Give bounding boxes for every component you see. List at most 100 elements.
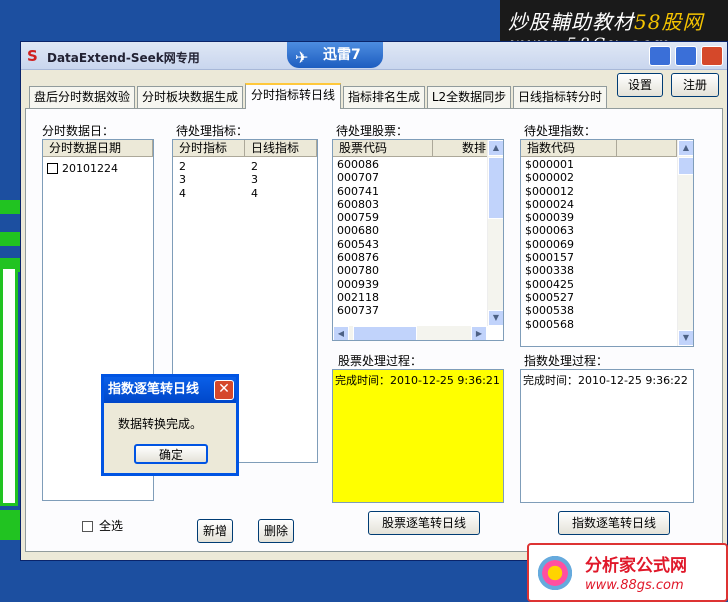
index-section-label: 待处理指数： — [524, 124, 597, 138]
list-item[interactable]: $000039 — [525, 211, 574, 224]
list-item[interactable]: $000002 — [525, 171, 574, 184]
tab-indicator-ranking[interactable]: 指标排名生成 — [343, 86, 425, 108]
window-controls — [649, 46, 725, 66]
daily-indicator-header[interactable]: 日线指标 — [245, 140, 317, 157]
intraday-indicator-header[interactable]: 分时指标 — [173, 140, 245, 157]
list-item[interactable]: 600543 — [337, 238, 379, 251]
list-item[interactable]: 600876 — [337, 251, 379, 264]
list-item[interactable]: 000680 — [337, 224, 379, 237]
scroll-down-icon[interactable]: ▼ — [488, 310, 503, 326]
index-convert-button[interactable]: 指数逐笔转日线 — [558, 511, 670, 535]
dialog-close-icon[interactable]: ✕ — [214, 380, 234, 400]
list-item[interactable]: 000707 — [337, 171, 379, 184]
list-item[interactable]: 000759 — [337, 211, 379, 224]
watermark-bottom-url: www.88gs.com — [585, 578, 684, 593]
cell: 4 — [251, 186, 258, 200]
select-all-label: 全选 — [99, 519, 124, 533]
list-item[interactable]: $000001 — [525, 158, 574, 171]
list-item[interactable]: 600741 — [337, 185, 379, 198]
checkbox[interactable] — [82, 521, 93, 532]
flower-logo-icon — [535, 553, 575, 593]
watermark-accent: 58股网 — [634, 10, 704, 34]
stock-count-header[interactable]: 数排 — [433, 140, 489, 157]
tab-board-generate[interactable]: 分时板块数据生成 — [137, 86, 243, 108]
register-button[interactable]: 注册 — [671, 73, 719, 97]
delete-button[interactable]: 删除 — [258, 519, 294, 543]
scroll-thumb[interactable] — [488, 157, 503, 219]
minimize-icon[interactable] — [649, 46, 671, 66]
table-row[interactable]: 22 — [179, 160, 258, 173]
list-item[interactable]: $000157 — [525, 251, 574, 264]
list-item[interactable]: 600737 — [337, 304, 379, 317]
date-column-header[interactable]: 分时数据日期 — [43, 140, 153, 157]
list-item[interactable]: 20101224 — [47, 162, 118, 175]
index-process-text: 完成时间：2010-12-25 9:36:22 — [523, 374, 688, 387]
scroll-up-icon[interactable]: ▲ — [488, 140, 503, 156]
watermark-bottom-title: 分析家公式网 — [585, 556, 687, 576]
app-icon: S — [27, 47, 38, 65]
list-item[interactable]: 600086 — [337, 158, 379, 171]
list-item[interactable]: $000538 — [525, 304, 574, 317]
list-item[interactable]: 000780 — [337, 264, 379, 277]
close-icon[interactable] — [701, 46, 723, 66]
title-bar[interactable]: S DataExtend-Seek网专用 ✈ 迅雷7 — [21, 42, 727, 70]
desktop-stripe — [0, 510, 22, 540]
list-item[interactable]: $000527 — [525, 291, 574, 304]
scroll-left-icon[interactable]: ◀ — [333, 326, 349, 340]
scroll-right-icon[interactable]: ▶ — [471, 326, 487, 340]
stock-process-text: 完成时间：2010-12-25 9:36:21 — [335, 374, 500, 387]
list-item[interactable]: 000939 — [337, 278, 379, 291]
list-item[interactable]: $000012 — [525, 185, 574, 198]
cell: 2 — [179, 160, 186, 173]
cell: 4 — [179, 186, 186, 200]
list-item[interactable]: 002118 — [337, 291, 379, 304]
dialog-message: 数据转换完成。 — [118, 417, 203, 431]
maximize-icon[interactable] — [675, 46, 697, 66]
index-process-log: 完成时间：2010-12-25 9:36:22 — [520, 369, 694, 503]
window-title: DataExtend-Seek网专用 — [47, 51, 200, 65]
cell: 3 — [179, 173, 186, 187]
scroll-down-icon[interactable]: ▼ — [678, 330, 693, 346]
table-row[interactable]: 33 — [179, 173, 258, 186]
select-all-checkbox[interactable]: 全选 — [82, 517, 123, 534]
stock-process-log: 完成时间：2010-12-25 9:36:21 — [332, 369, 504, 503]
list-item[interactable]: $000568 — [525, 318, 574, 331]
stock-code-header[interactable]: 股票代码 — [333, 140, 433, 157]
settings-button[interactable]: 设置 — [617, 73, 663, 97]
tab-l2-sync[interactable]: L2全数据同步 — [427, 86, 511, 108]
table-row[interactable]: 44 — [179, 187, 258, 200]
index-list[interactable]: 指数代码 $000001 $000002 $000012 $000024 $000039… — [520, 139, 694, 347]
message-dialog: 指数逐笔转日线 ✕ 数据转换完成。 确定 — [101, 374, 239, 476]
checkbox[interactable] — [47, 163, 58, 174]
indicator-rows: 22 33 44 — [179, 160, 258, 200]
tab-daily-to-intraday[interactable]: 日线指标转分时 — [513, 86, 607, 108]
stock-vscroll[interactable]: ▲ ▼ — [487, 140, 503, 326]
index-process-label: 指数处理过程： — [524, 354, 609, 368]
tab-indicator-to-daily[interactable]: 分时指标转日线 — [245, 83, 341, 109]
list-item[interactable]: $000024 — [525, 198, 574, 211]
list-item[interactable]: 600803 — [337, 198, 379, 211]
list-item[interactable]: $000338 — [525, 264, 574, 277]
stock-list[interactable]: 股票代码 数排 600086 000707 600741 600803 000759 00… — [332, 139, 504, 341]
stock-convert-button[interactable]: 股票逐笔转日线 — [368, 511, 480, 535]
index-code-header[interactable]: 指数代码 — [521, 140, 617, 157]
scroll-thumb[interactable] — [678, 157, 693, 175]
cell: 2 — [251, 160, 258, 173]
desktop-stripe — [0, 200, 22, 214]
list-item[interactable]: $000425 — [525, 278, 574, 291]
indicator-section-label: 待处理指标： — [176, 124, 249, 138]
hscroll-thumb[interactable] — [353, 326, 417, 340]
index-vscroll[interactable]: ▲ ▼ — [677, 140, 693, 346]
desktop-window-fragment — [0, 266, 18, 506]
stock-hscroll[interactable]: ◀ ▶ — [333, 326, 487, 340]
list-item[interactable]: $000063 — [525, 224, 574, 237]
desktop-stripe — [0, 232, 22, 246]
dialog-ok-button[interactable]: 确定 — [134, 444, 208, 464]
add-button[interactable]: 新增 — [197, 519, 233, 543]
stock-process-label: 股票处理过程： — [338, 354, 423, 368]
tab-data-verify[interactable]: 盘后分时数据效验 — [29, 86, 135, 108]
stock-section-label: 待处理股票： — [336, 124, 409, 138]
thunder-badge[interactable]: ✈ 迅雷7 — [287, 42, 383, 68]
list-item[interactable]: $000069 — [525, 238, 574, 251]
scroll-up-icon[interactable]: ▲ — [678, 140, 693, 156]
